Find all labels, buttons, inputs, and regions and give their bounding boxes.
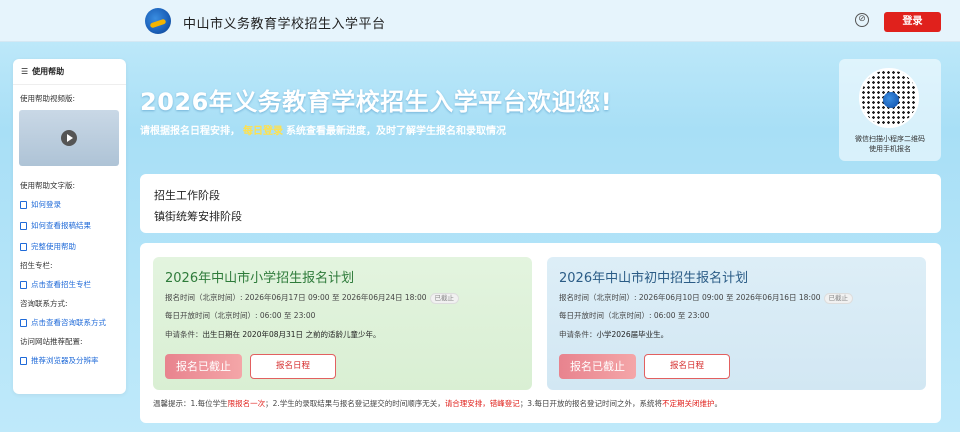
banner-title: 2026年义务教育学校招生入学平台欢迎您! [140, 88, 613, 116]
menu-icon: ☰ [21, 67, 29, 76]
warm-tip: 温馨提示：1.每位学生限报名一次；2.学生的录取结果与报名登记提交的时间顺序无关… [153, 399, 722, 408]
link-full-help[interactable]: 完整使用帮助 [13, 241, 126, 252]
plan-daily-hours: 每日开放时间（北京时间）: 06:00 至 23:00 [165, 311, 316, 320]
stage-value: 镇街统筹安排阶段 [154, 210, 242, 223]
stage-title: 招生工作阶段 [154, 189, 220, 202]
primary-school-plan-card: 2026年中山市小学招生报名计划 报名时间（北京时间）: 2026年06月17日… [153, 257, 532, 390]
contact-label: 咨询联系方式: [20, 299, 68, 308]
plan-time: 报名时间（北京时间）: 2026年06月10日 09:00 至 2026年06月… [559, 292, 854, 304]
video-help-label: 使用帮助视频版: [20, 94, 76, 103]
login-button[interactable]: 登录 [884, 12, 941, 32]
text-help-label: 使用帮助文字版: [20, 181, 76, 190]
qr-card: 微信扫描小程序二维码 使用手机报名 [839, 59, 941, 161]
plan-condition: 申请条件：小学2026届毕业生。 [559, 330, 669, 339]
help-video[interactable] [19, 110, 119, 166]
plan-daily-hours: 每日开放时间（北京时间）: 06:00 至 23:00 [559, 311, 710, 320]
document-icon [20, 356, 27, 365]
column-label: 招生专栏: [20, 261, 53, 270]
link-view-results[interactable]: 如何查看报稿结果 [13, 220, 126, 231]
document-icon [20, 242, 27, 251]
stage-panel: 招生工作阶段 镇街统筹安排阶段 [140, 174, 941, 233]
plan-title: 2026年中山市小学招生报名计划 [165, 271, 355, 286]
registration-closed-button[interactable]: 报名已截止 [165, 354, 242, 379]
registration-schedule-button[interactable]: 报名日程 [250, 354, 336, 379]
banner-subtitle: 请根据报名日程安排， 每日登录 系统查看最新进度，及时了解学生报名和录取情况 [140, 126, 506, 137]
junior-school-plan-card: 2026年中山市初中招生报名计划 报名时间（北京时间）: 2026年06月10日… [547, 257, 926, 390]
qr-logo-icon [883, 92, 899, 108]
sidebar-title: 使用帮助 [32, 67, 65, 76]
status-badge: 已截止 [823, 293, 854, 304]
sidebar-header: ☰ 使用帮助 [13, 59, 126, 85]
link-admission-column[interactable]: 点击查看招生专栏 [13, 279, 126, 290]
plan-condition: 申请条件：出生日期在 2020年08月31日 之前的适龄儿童少年。 [165, 330, 381, 339]
qr-code-icon [859, 68, 919, 128]
status-badge: 已截止 [429, 293, 460, 304]
link-contact[interactable]: 点击查看咨询联系方式 [13, 317, 126, 328]
qr-caption: 微信扫描小程序二维码 使用手机报名 [855, 135, 925, 153]
accessibility-icon[interactable]: ⊘ [855, 13, 869, 27]
link-how-to-login[interactable]: 如何登录 [13, 199, 126, 210]
registration-schedule-button[interactable]: 报名日程 [644, 354, 730, 379]
plan-time: 报名时间（北京时间）: 2026年06月17日 09:00 至 2026年06月… [165, 292, 460, 304]
site-logo-icon[interactable] [145, 8, 171, 34]
document-icon [20, 200, 27, 209]
document-icon [20, 221, 27, 230]
play-icon[interactable] [61, 130, 77, 146]
document-icon [20, 318, 27, 327]
link-browser-config[interactable]: 推荐浏览器及分辨率 [13, 355, 126, 366]
top-header: 中山市义务教育学校招生入学平台 ⊘ 登录 [0, 0, 960, 42]
registration-closed-button[interactable]: 报名已截止 [559, 354, 636, 379]
site-title[interactable]: 中山市义务教育学校招生入学平台 [183, 13, 386, 32]
document-icon [20, 280, 27, 289]
help-sidebar: ☰ 使用帮助 使用帮助视频版: 使用帮助文字版: 如何登录 如何查看报稿结果 完整… [13, 59, 126, 394]
plan-title: 2026年中山市初中招生报名计划 [559, 271, 749, 286]
plans-panel: 2026年中山市小学招生报名计划 报名时间（北京时间）: 2026年06月17日… [140, 243, 941, 423]
config-label: 访问网站推荐配置: [20, 337, 83, 346]
